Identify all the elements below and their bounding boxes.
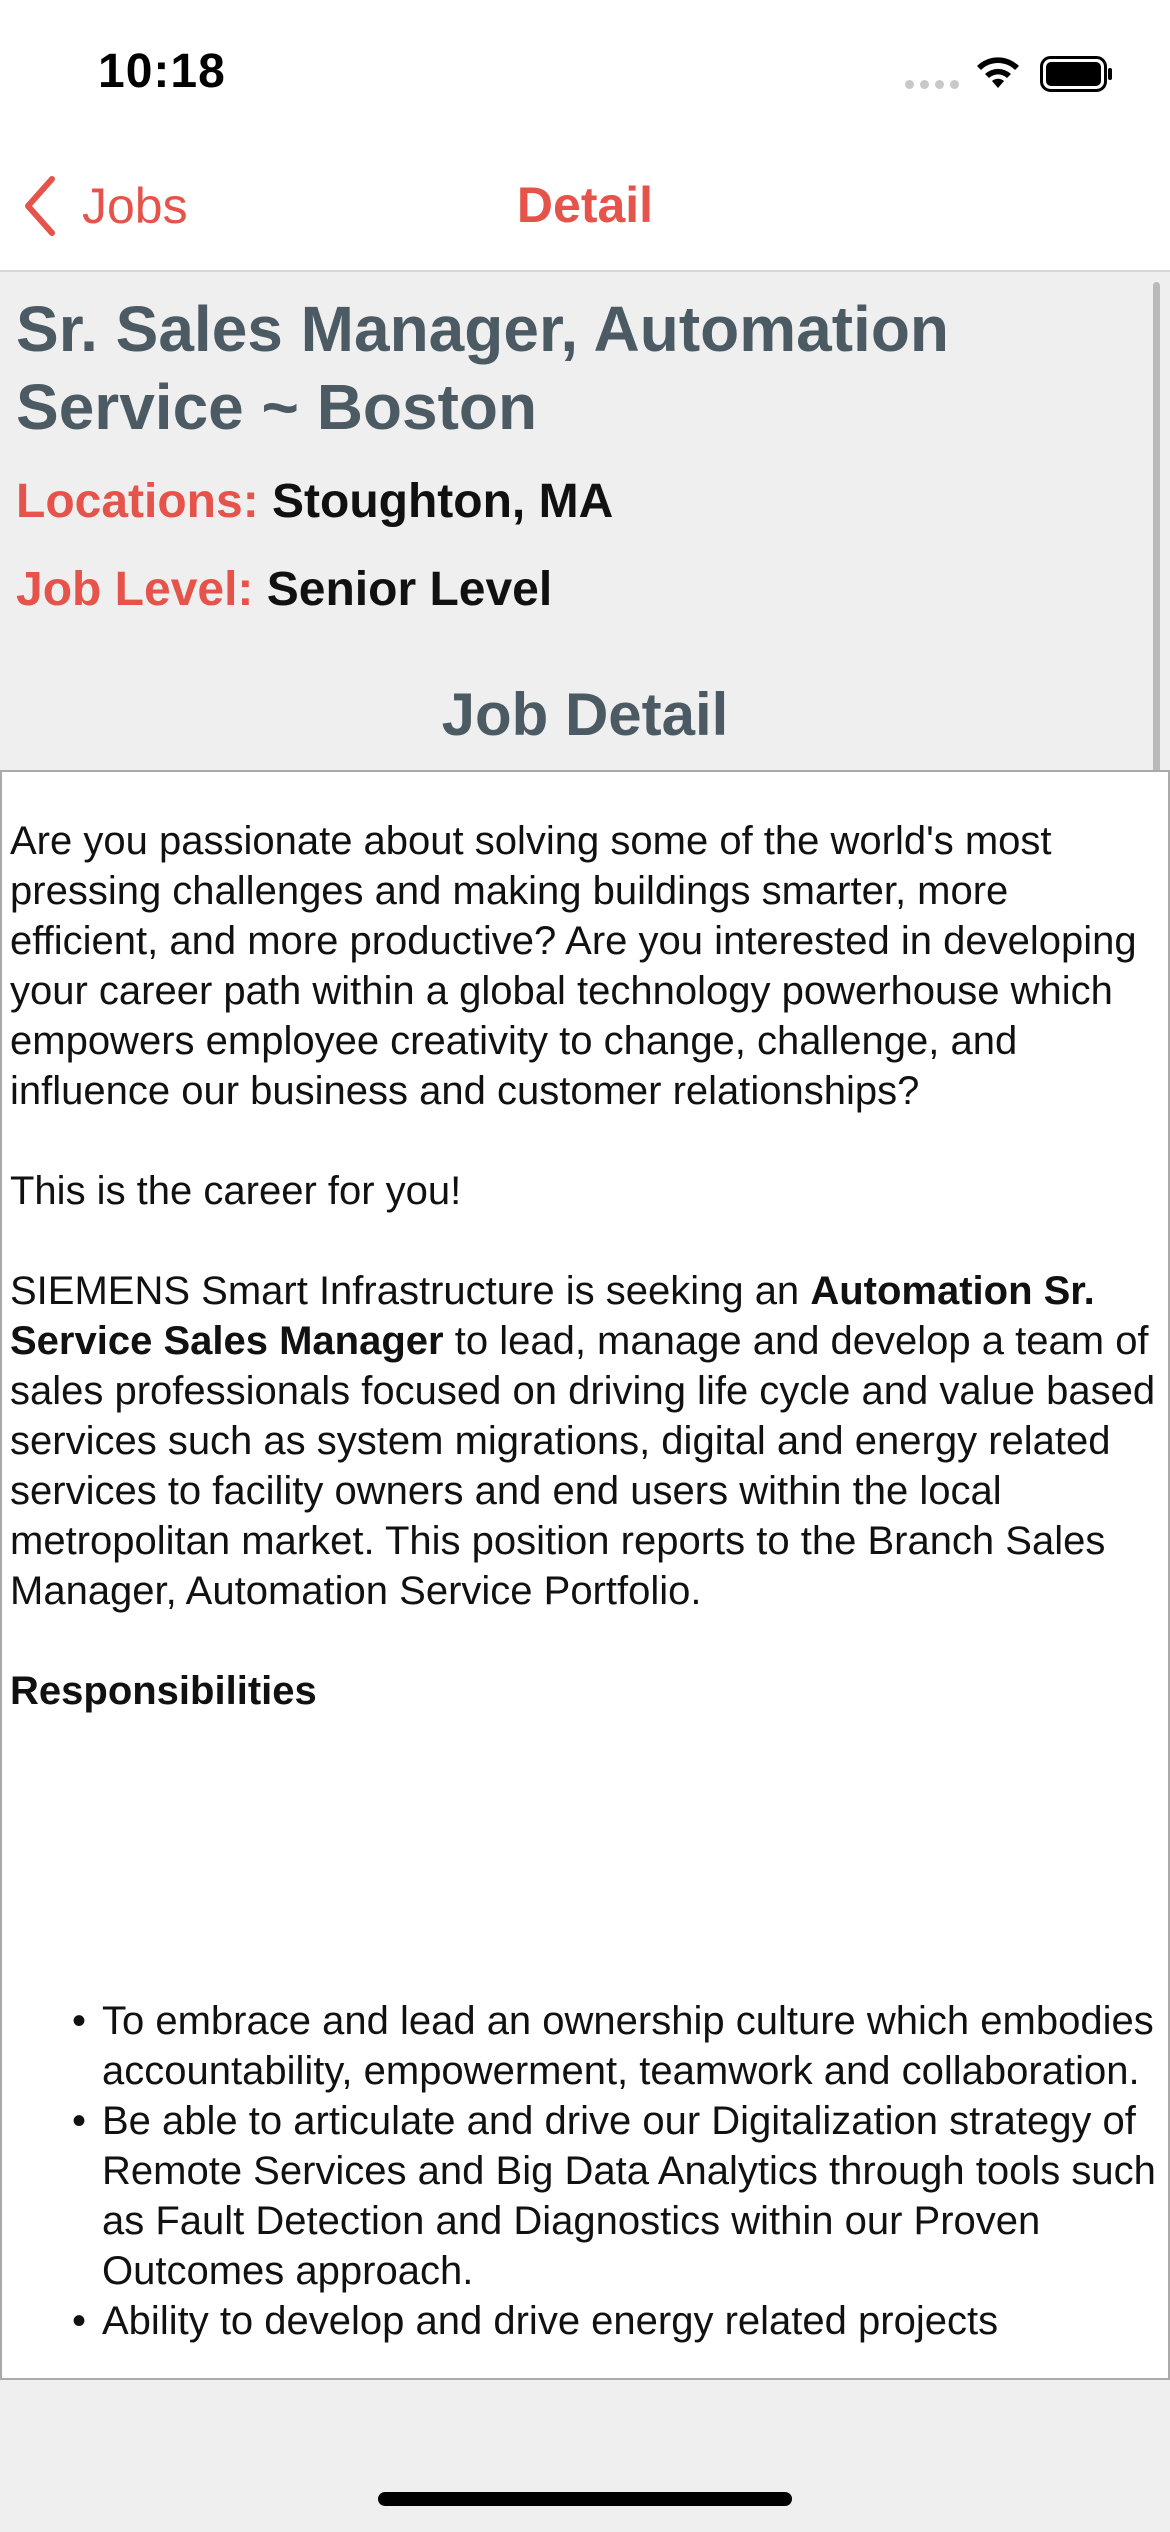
job-title: Sr. Sales Manager, Automation Service ~ … [16,293,949,443]
job-level-value: Senior Level [266,563,553,616]
list-item: • Ability to develop and drive energy rel… [72,2299,999,2343]
job-locations: Locations: Stoughton, MA [16,474,613,529]
battery-icon [1040,56,1112,92]
bottom-safe-area [0,2380,1170,2532]
list-item-text: Ability to develop and drive energy rela… [102,2299,999,2343]
responsibilities-list: • To embrace and lead an ownership cultur… [10,1996,1165,2346]
list-item: • To embrace and lead an ownership cultur… [72,1999,1154,2093]
status-bar: 10:18 [0,0,1170,150]
job-detail-heading: Job Detail [441,681,729,748]
job-description: Are you passionate about solving some of… [10,816,1165,2343]
wifi-icon [977,57,1019,88]
nav-title: Detail [516,177,654,233]
role-description-text: to lead, manage and develop a team of sa… [10,1319,1156,1613]
responsibilities-heading: Responsibilities [10,1669,317,1713]
role-paragraph: SIEMENS Smart Infrastructure is seeking … [10,1266,1165,1616]
status-time: 10:18 [98,45,226,98]
list-item-text: Be able to articulate and drive our Digi… [102,2099,1156,2293]
locations-value: Stoughton, MA [272,475,614,528]
tagline-paragraph: This is the career for you! [10,1169,462,1213]
list-item: • Be able to articulate and drive our Dig… [72,2099,1156,2293]
intro-paragraph: Are you passionate about solving some of… [10,819,1137,1113]
job-description-webview[interactable]: Are you passionate about solving some of… [0,770,1170,2380]
navigation-bar: Jobs Detail [0,150,1170,272]
job-header: Sr. Sales Manager, Automation Service ~ … [0,272,1170,770]
job-level: Job Level: Senior Level [16,562,552,617]
home-indicator[interactable] [378,2492,792,2506]
list-item-text: To embrace and lead an ownership culture… [102,1999,1154,2093]
company-lead-text: SIEMENS Smart Infrastructure is seeking … [10,1269,800,1313]
locations-label: Locations: [16,475,259,528]
cellular-signal-icon [905,80,959,89]
job-level-label: Job Level: [16,563,254,616]
